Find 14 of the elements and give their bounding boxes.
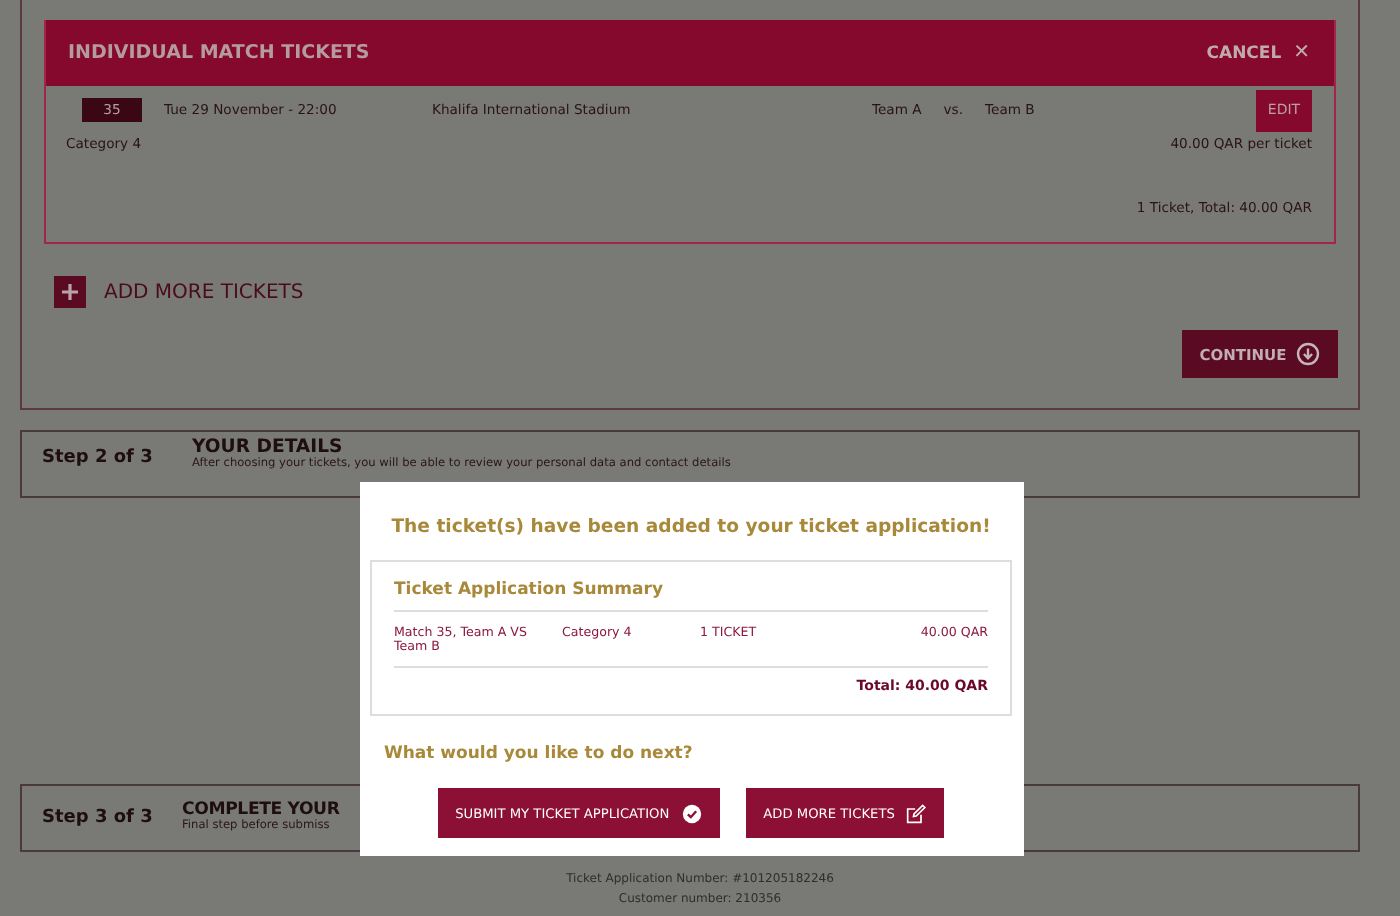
step-title: YOUR DETAILS <box>192 438 343 458</box>
cancel-button[interactable]: CANCEL ✕ <box>1206 42 1310 64</box>
arrow-down-icon <box>1296 342 1321 366</box>
dialog-title: The ticket(s) have been added to your ticket application! <box>389 516 993 538</box>
panel-title: INDIVIDUAL MATCH TICKETS <box>68 42 370 64</box>
add-more-tickets-link[interactable]: ADD MORE TICKETS <box>104 281 304 303</box>
next-step-question: What would you like to do next? <box>384 744 695 764</box>
step-number: Step 3 of 3 <box>42 808 155 828</box>
edit-icon <box>906 803 927 823</box>
step-number: Step 2 of 3 <box>42 448 155 468</box>
step-title: COMPLETE YOUR <box>182 801 340 820</box>
plus-icon[interactable] <box>54 276 86 308</box>
check-icon <box>681 803 702 823</box>
summary-title: Ticket Application Summary <box>394 580 988 612</box>
